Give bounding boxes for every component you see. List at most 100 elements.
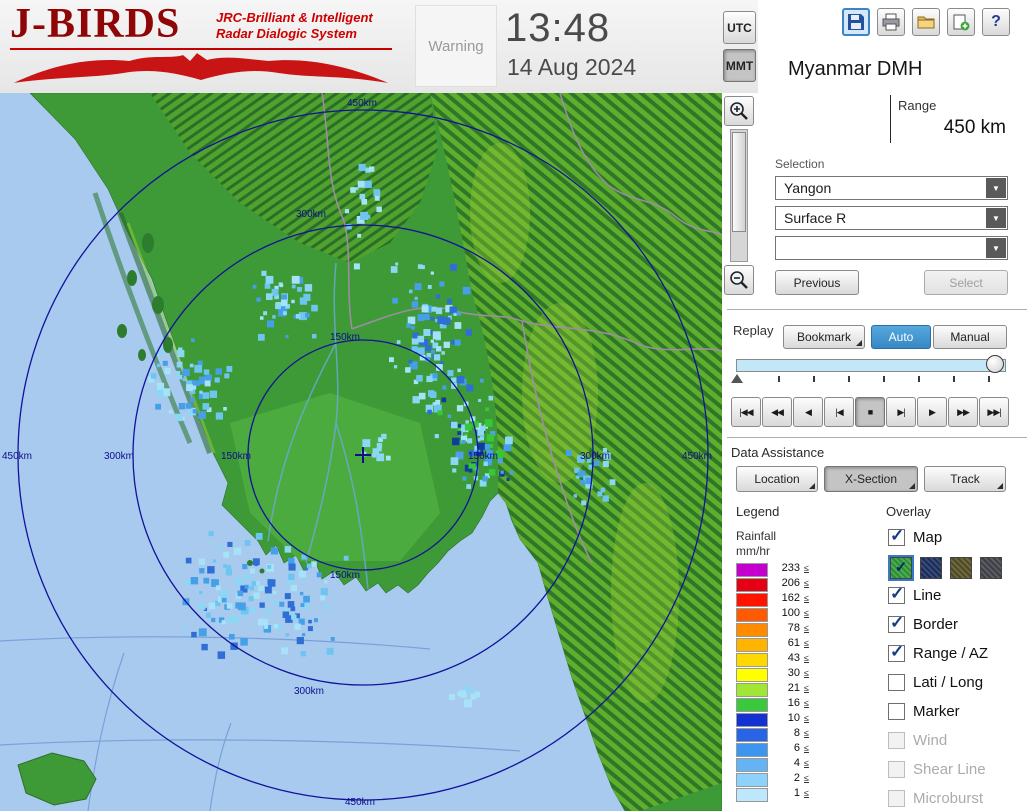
- legend-lte-sign: ≤: [804, 593, 809, 603]
- chevron-down-icon[interactable]: ▼: [986, 178, 1006, 198]
- legend-lte-sign: ≤: [804, 698, 809, 708]
- overlay-item-marker[interactable]: Marker: [888, 701, 1030, 730]
- legend-color-swatch: [736, 653, 768, 667]
- legend-color-swatch: [736, 638, 768, 652]
- checkbox[interactable]: [888, 645, 905, 662]
- legend-row: 10≤: [736, 712, 856, 727]
- range-label: Range: [898, 98, 936, 113]
- utc-button[interactable]: UTC: [723, 11, 756, 44]
- overlay-item-label: Lati / Long: [913, 674, 983, 691]
- legend-color-swatch: [736, 668, 768, 682]
- map-style-dark-gray[interactable]: [980, 557, 1002, 579]
- xsection-button[interactable]: X-Section: [824, 466, 918, 492]
- zoom-out-button[interactable]: [724, 265, 754, 295]
- legend-color-swatch: [736, 743, 768, 757]
- playback-button-5[interactable]: ▶|: [886, 397, 916, 427]
- export-icon: [952, 13, 970, 31]
- overlay-item-label: Border: [913, 616, 958, 633]
- playback-button-8[interactable]: ▶▶|: [979, 397, 1009, 427]
- auto-button[interactable]: Auto: [871, 325, 931, 349]
- playback-button-4[interactable]: ■: [855, 397, 885, 427]
- playback-button-7[interactable]: ▶▶: [948, 397, 978, 427]
- checkbox[interactable]: [888, 790, 905, 807]
- help-button[interactable]: ?: [982, 8, 1010, 36]
- legend-color-swatch: [736, 728, 768, 742]
- replay-slider-thumb[interactable]: [986, 355, 1004, 373]
- overlay-item-label: Map: [913, 529, 942, 546]
- playback-button-3[interactable]: |◀: [824, 397, 854, 427]
- overlay-item-label: Range / AZ: [913, 645, 988, 662]
- playback-button-1[interactable]: ◀◀: [762, 397, 792, 427]
- overlay-item-microburst[interactable]: Microburst: [888, 788, 1030, 811]
- range-ring-label: 150km: [468, 451, 498, 462]
- open-button[interactable]: [912, 8, 940, 36]
- legend-row: 206≤: [736, 577, 856, 592]
- overlay-item-wind[interactable]: Wind: [888, 730, 1030, 759]
- checkbox[interactable]: [888, 761, 905, 778]
- overlay-label: Overlay: [886, 504, 931, 519]
- select-button[interactable]: Select: [924, 270, 1008, 295]
- legend-lte-sign: ≤: [804, 728, 809, 738]
- right-top-panel: ? Myanmar DMH: [758, 0, 1030, 93]
- clock-date: 14 Aug 2024: [507, 54, 636, 81]
- save-button[interactable]: [842, 8, 870, 36]
- checkbox[interactable]: [888, 616, 905, 633]
- playback-controls: |◀◀◀◀◀|◀■▶|▶▶▶▶▶|: [731, 397, 1013, 427]
- manual-button[interactable]: Manual: [933, 325, 1007, 349]
- overlay-item-range-az[interactable]: Range / AZ: [888, 643, 1030, 672]
- checkbox[interactable]: [888, 674, 905, 691]
- legend-row: 21≤: [736, 682, 856, 697]
- legend-lte-sign: ≤: [804, 608, 809, 618]
- legend-value: 61: [774, 637, 800, 649]
- overlay-item-border[interactable]: Border: [888, 614, 1030, 643]
- checkbox[interactable]: [888, 732, 905, 749]
- legend-unit-line2: mm/hr: [736, 544, 770, 558]
- chevron-down-icon[interactable]: ▼: [986, 208, 1006, 228]
- legend-label: Legend: [736, 504, 779, 519]
- data-assistance-label: Data Assistance: [731, 445, 824, 460]
- previous-button[interactable]: Previous: [775, 270, 859, 295]
- zoom-slider-thumb[interactable]: [732, 132, 746, 232]
- app-root: J-BIRDS JRC-Brilliant & Intelligent Rada…: [0, 0, 1030, 811]
- mmt-button[interactable]: MMT: [723, 49, 756, 82]
- logo-rule: [10, 48, 392, 50]
- track-button[interactable]: Track: [924, 466, 1006, 492]
- overlay-item-shear-line[interactable]: Shear Line: [888, 759, 1030, 788]
- overlay-item-map[interactable]: Map: [888, 527, 1030, 556]
- legend-lte-sign: ≤: [804, 773, 809, 783]
- replay-slider-track[interactable]: [736, 359, 1006, 372]
- chevron-down-icon[interactable]: ▼: [986, 238, 1006, 258]
- bookmark-button[interactable]: Bookmark: [783, 325, 865, 349]
- legend-lte-sign: ≤: [804, 758, 809, 768]
- zoom-in-button[interactable]: [724, 96, 754, 126]
- export-button[interactable]: [947, 8, 975, 36]
- playback-button-2[interactable]: ◀: [793, 397, 823, 427]
- checkbox[interactable]: [888, 703, 905, 720]
- station-title: Myanmar DMH: [788, 58, 922, 81]
- legend-lte-sign: ≤: [804, 713, 809, 723]
- overlay-item-line[interactable]: Line: [888, 585, 1030, 614]
- legend-row: 61≤: [736, 637, 856, 652]
- legend-color-swatch: [736, 758, 768, 772]
- map-style-navy[interactable]: [920, 557, 942, 579]
- legend-value: 16: [774, 697, 800, 709]
- playback-button-0[interactable]: |◀◀: [731, 397, 761, 427]
- legend-color-swatch: [736, 713, 768, 727]
- checkbox[interactable]: [888, 529, 905, 546]
- radar-map[interactable]: 450km300km150km450km300km150km150km300km…: [0, 93, 722, 811]
- map-style-olive[interactable]: [950, 557, 972, 579]
- range-ring-label: 150km: [330, 570, 360, 581]
- checkbox[interactable]: [888, 587, 905, 604]
- product-dropdown[interactable]: Surface R ▼: [775, 206, 1008, 230]
- extra-dropdown[interactable]: ▼: [775, 236, 1008, 260]
- warning-indicator[interactable]: Warning: [415, 5, 497, 87]
- site-dropdown-value: Yangon: [784, 180, 831, 196]
- playback-button-6[interactable]: ▶: [917, 397, 947, 427]
- overlay-item-lati-long[interactable]: Lati / Long: [888, 672, 1030, 701]
- site-dropdown[interactable]: Yangon ▼: [775, 176, 1008, 200]
- print-button[interactable]: [877, 8, 905, 36]
- map-style-green[interactable]: ✓: [890, 557, 912, 579]
- legend-value: 78: [774, 622, 800, 634]
- legend-row: 8≤: [736, 727, 856, 742]
- location-button[interactable]: Location: [736, 466, 818, 492]
